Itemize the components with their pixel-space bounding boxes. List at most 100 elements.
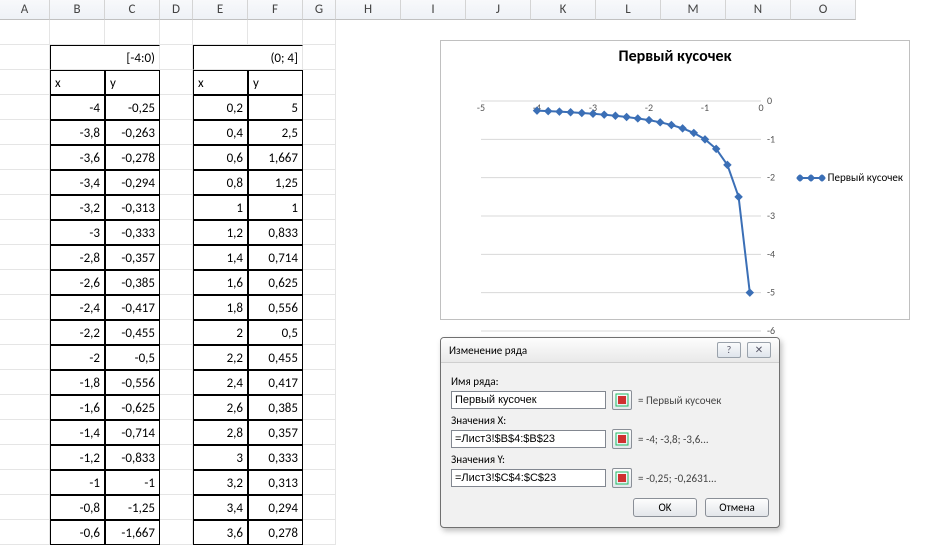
cell[interactable]: [160, 295, 193, 320]
cell[interactable]: -1,8: [50, 370, 105, 395]
cell[interactable]: [50, 20, 105, 45]
cell[interactable]: [0, 470, 50, 495]
series-name-input[interactable]: [451, 391, 606, 409]
col-header[interactable]: H: [336, 0, 401, 20]
cell[interactable]: -0,25: [105, 95, 160, 120]
cell[interactable]: 1: [248, 195, 303, 220]
cell[interactable]: 0,333: [248, 445, 303, 470]
cell[interactable]: -2,4: [50, 295, 105, 320]
cell[interactable]: 5: [248, 95, 303, 120]
cell[interactable]: [0, 395, 50, 420]
cell[interactable]: 0,5: [248, 320, 303, 345]
cell[interactable]: 2,2: [193, 345, 248, 370]
cell[interactable]: -0,313: [105, 195, 160, 220]
cell[interactable]: -1,6: [50, 395, 105, 420]
cell[interactable]: 0,4: [193, 120, 248, 145]
cell[interactable]: [160, 495, 193, 520]
cell-grid[interactable]: [-4:0)(0; 4]xyxy-4-0,250,25-3,8-0,2630,4…: [0, 20, 336, 545]
cell[interactable]: 1,4: [193, 245, 248, 270]
cell[interactable]: [160, 45, 193, 70]
cell[interactable]: [0, 345, 50, 370]
cell[interactable]: 0,455: [248, 345, 303, 370]
cell[interactable]: -2,2: [50, 320, 105, 345]
cell[interactable]: [160, 95, 193, 120]
cell[interactable]: 2,8: [193, 420, 248, 445]
cell[interactable]: 0,714: [248, 245, 303, 270]
cell[interactable]: [0, 320, 50, 345]
cell[interactable]: -1: [105, 470, 160, 495]
cell[interactable]: [303, 245, 336, 270]
cell[interactable]: 1,667: [248, 145, 303, 170]
cell[interactable]: 0,417: [248, 370, 303, 395]
cell[interactable]: [160, 395, 193, 420]
cell[interactable]: -1,4: [50, 420, 105, 445]
cell[interactable]: -0,385: [105, 270, 160, 295]
help-button[interactable]: ?: [717, 342, 741, 358]
cell[interactable]: [303, 320, 336, 345]
col-header[interactable]: J: [466, 0, 531, 20]
cell[interactable]: -0,333: [105, 220, 160, 245]
cell[interactable]: [160, 470, 193, 495]
cell[interactable]: [0, 145, 50, 170]
cell[interactable]: -3: [50, 220, 105, 245]
cancel-button[interactable]: Отмена: [705, 498, 769, 517]
cell[interactable]: [160, 20, 193, 45]
chart[interactable]: Первый кусочек 0-1-2-3-4-5-6-5-4-3-2-10 …: [440, 40, 910, 320]
cell[interactable]: -1,25: [105, 495, 160, 520]
cell[interactable]: [303, 370, 336, 395]
cell[interactable]: 1,25: [248, 170, 303, 195]
col-header[interactable]: I: [401, 0, 466, 20]
cell[interactable]: 0,357: [248, 420, 303, 445]
cell[interactable]: [0, 195, 50, 220]
range-selector-button[interactable]: [612, 429, 632, 449]
cell[interactable]: [160, 420, 193, 445]
dialog-titlebar[interactable]: Изменение ряда ? ✕: [441, 338, 779, 363]
cell[interactable]: -4: [50, 95, 105, 120]
cell[interactable]: 1,2: [193, 220, 248, 245]
col-header[interactable]: N: [726, 0, 791, 20]
cell[interactable]: -0,294: [105, 170, 160, 195]
cell[interactable]: 0,313: [248, 470, 303, 495]
cell[interactable]: -0,357: [105, 245, 160, 270]
cell[interactable]: [0, 370, 50, 395]
cell[interactable]: -3,4: [50, 170, 105, 195]
cell[interactable]: [303, 295, 336, 320]
cell[interactable]: 3,2: [193, 470, 248, 495]
cell[interactable]: [0, 495, 50, 520]
cell[interactable]: [0, 295, 50, 320]
cell[interactable]: [0, 245, 50, 270]
cell[interactable]: [303, 495, 336, 520]
cell[interactable]: 1,6: [193, 270, 248, 295]
range-selector-button[interactable]: [612, 390, 632, 410]
col-header[interactable]: D: [160, 0, 193, 20]
cell[interactable]: [160, 320, 193, 345]
cell[interactable]: [193, 20, 248, 45]
cell[interactable]: [303, 145, 336, 170]
cell[interactable]: 0,8: [193, 170, 248, 195]
col-header[interactable]: F: [248, 0, 303, 20]
cell[interactable]: [303, 195, 336, 220]
cell[interactable]: [160, 195, 193, 220]
cell[interactable]: [0, 20, 50, 45]
cell[interactable]: [303, 420, 336, 445]
cell[interactable]: [160, 245, 193, 270]
cell[interactable]: -0,278: [105, 145, 160, 170]
range-selector-button[interactable]: [612, 468, 632, 488]
cell[interactable]: -0,455: [105, 320, 160, 345]
cell[interactable]: 2: [193, 320, 248, 345]
cell[interactable]: 0,625: [248, 270, 303, 295]
cell[interactable]: -3,6: [50, 145, 105, 170]
cell[interactable]: -2: [50, 345, 105, 370]
col-header[interactable]: L: [596, 0, 661, 20]
cell[interactable]: -0,263: [105, 120, 160, 145]
cell[interactable]: 0,294: [248, 495, 303, 520]
col-header[interactable]: O: [791, 0, 856, 20]
cell[interactable]: x: [50, 70, 105, 95]
cell[interactable]: 3: [193, 445, 248, 470]
cell[interactable]: 1: [193, 195, 248, 220]
cell[interactable]: [160, 145, 193, 170]
col-header[interactable]: A: [0, 0, 50, 20]
cell[interactable]: -0,8: [50, 495, 105, 520]
cell[interactable]: [160, 220, 193, 245]
cell[interactable]: [0, 45, 50, 70]
